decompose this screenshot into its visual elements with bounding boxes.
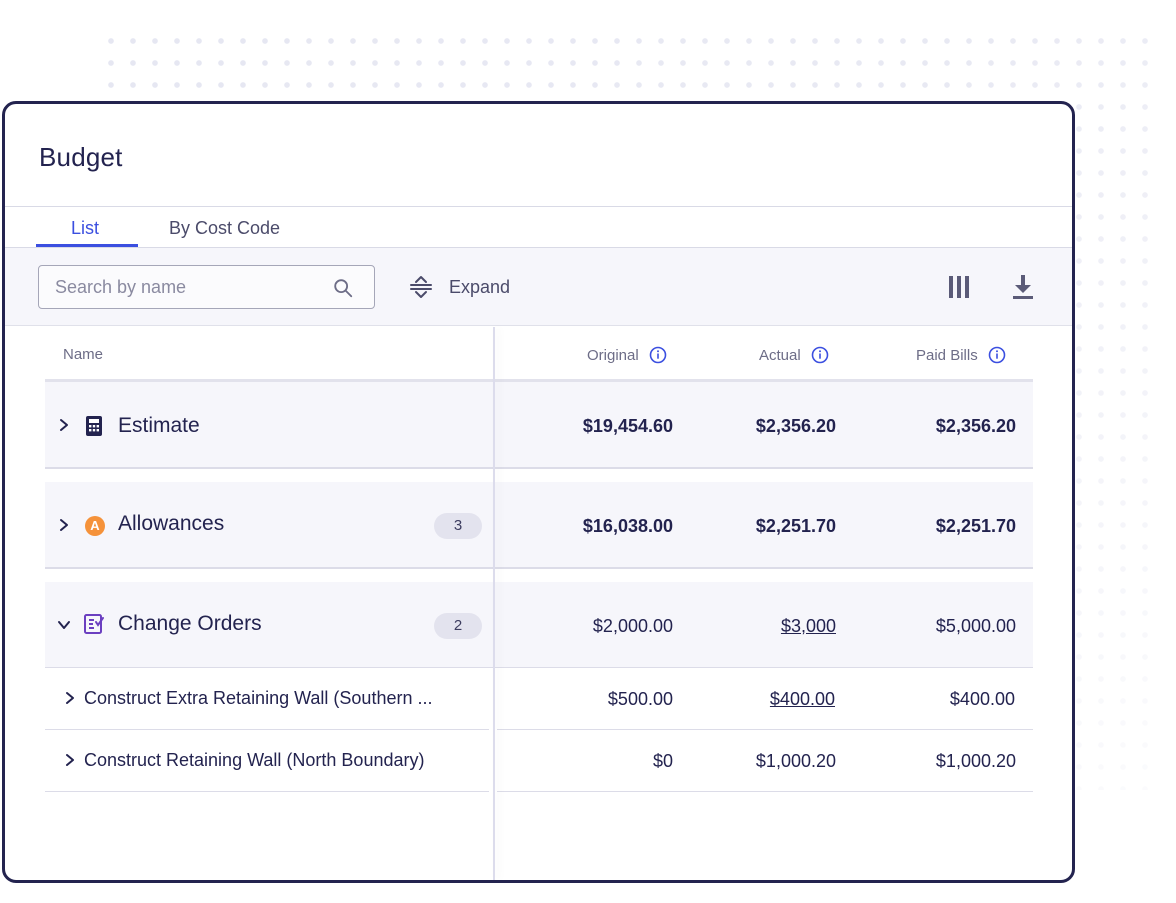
- chevron-right-icon[interactable]: [63, 753, 77, 767]
- info-icon[interactable]: [811, 346, 829, 364]
- budget-card: Budget List By Cost Code Expand: [2, 101, 1075, 883]
- column-header-name[interactable]: Name: [63, 346, 103, 363]
- table-row-change-orders[interactable]: Change Orders 2 $2,000.00 $3,000 $5,000.…: [45, 568, 1033, 668]
- calculator-icon: [86, 416, 102, 436]
- row-name: Construct Retaining Wall (North Boundary…: [84, 750, 425, 770]
- table-row[interactable]: Construct Retaining Wall (North Boundary…: [45, 730, 1033, 792]
- allowance-icon-letter: A: [90, 518, 100, 533]
- cell-paid-bills: $2,356.20: [935, 416, 1016, 436]
- cell-original: $2,000.00: [592, 616, 673, 636]
- cell-paid-bills: $1,000.20: [935, 751, 1016, 771]
- cell-actual: $1,000.20: [755, 751, 836, 771]
- info-icon[interactable]: [988, 346, 1006, 364]
- tab-by-cost-code[interactable]: By Cost Code: [169, 218, 280, 239]
- row-divider: [45, 791, 489, 792]
- column-header-label: Name: [63, 346, 104, 363]
- table-row[interactable]: Construct Extra Retaining Wall (Southern…: [45, 668, 1033, 730]
- table-row-estimate[interactable]: Estimate $19,454.60 $2,356.20 $2,356.20: [45, 382, 1033, 468]
- row-name: Estimate: [118, 414, 200, 437]
- count-badge: 3: [434, 513, 482, 539]
- cell-actual: $2,251.70: [755, 516, 836, 536]
- search-box: [38, 265, 375, 309]
- count-badge: 2: [434, 613, 482, 639]
- column-header-paid-bills[interactable]: Paid Bills: [916, 346, 1006, 364]
- expand-button[interactable]: Expand: [409, 272, 510, 302]
- columns-icon[interactable]: [948, 274, 970, 300]
- column-header-label: Original: [587, 346, 639, 364]
- download-icon[interactable]: [1011, 273, 1035, 301]
- change-order-icon: [84, 614, 104, 634]
- cell-paid-bills: $5,000.00: [935, 616, 1016, 636]
- info-icon[interactable]: [649, 346, 667, 364]
- cell-original: $500.00: [607, 689, 673, 709]
- cell-paid-bills: $2,251.70: [935, 516, 1016, 536]
- row-divider: [45, 468, 1033, 469]
- search-icon[interactable]: [332, 277, 354, 299]
- chevron-down-icon[interactable]: [57, 618, 71, 632]
- expand-label: Expand: [449, 276, 511, 297]
- cell-original: $19,454.60: [582, 416, 673, 436]
- cell-actual: $2,356.20: [755, 416, 836, 436]
- column-header-label: Actual: [759, 346, 801, 364]
- cell-actual-link[interactable]: $400.00: [675, 689, 835, 710]
- budget-table: Name Original Actual Paid Bills Estimate…: [5, 327, 1072, 880]
- divider: [5, 206, 1072, 207]
- row-name: Construct Extra Retaining Wall (Southern…: [84, 688, 433, 708]
- row-divider: [45, 568, 1033, 569]
- row-name: Allowances: [118, 512, 225, 535]
- chevron-right-icon[interactable]: [57, 418, 71, 432]
- tab-list[interactable]: List: [71, 218, 99, 239]
- column-header-label: Paid Bills: [916, 346, 978, 364]
- pinned-column-divider[interactable]: [493, 327, 495, 880]
- page-title: Budget: [39, 142, 123, 172]
- table-row-allowances[interactable]: A Allowances 3 $16,038.00 $2,251.70 $2,2…: [45, 468, 1033, 568]
- row-name: Change Orders: [118, 612, 262, 635]
- cell-paid-bills: $400.00: [949, 689, 1015, 709]
- cell-original: $0: [652, 751, 673, 771]
- row-divider: [497, 791, 1033, 792]
- column-header-actual[interactable]: Actual: [759, 346, 829, 364]
- chevron-right-icon[interactable]: [63, 691, 77, 705]
- search-input[interactable]: [39, 266, 329, 308]
- chevron-right-icon[interactable]: [57, 518, 71, 532]
- cell-actual-link[interactable]: $3,000: [676, 616, 836, 637]
- expand-icon: [410, 276, 432, 298]
- cell-original: $16,038.00: [582, 516, 673, 536]
- toolbar: Expand: [5, 248, 1072, 326]
- column-header-original[interactable]: Original: [587, 346, 667, 364]
